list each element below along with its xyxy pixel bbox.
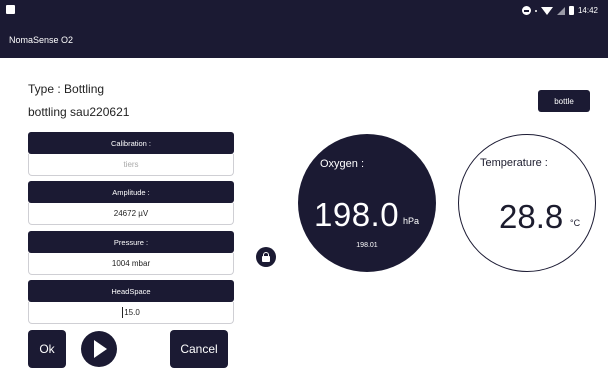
- headspace-field[interactable]: 15.0: [28, 302, 234, 324]
- app-bar: NomaSense O2: [0, 24, 608, 58]
- temperature-gauge: Temperature : 28.8 °C: [458, 134, 596, 272]
- do-not-disturb-icon: [521, 6, 531, 15]
- oxygen-label: Oxygen :: [320, 158, 365, 170]
- measurement-name: bottling sau220621: [28, 105, 130, 119]
- signal-icon: [556, 6, 565, 15]
- headspace-label: HeadSpace: [28, 280, 234, 302]
- oxygen-gauge: Oxygen : 198.0 hPa 198.01: [298, 134, 436, 272]
- image-icon: [6, 5, 15, 14]
- dot-icon: [534, 9, 537, 12]
- oxygen-unit: hPa: [403, 216, 420, 226]
- temperature-value: 28.8: [499, 198, 564, 235]
- ok-button[interactable]: Ok: [28, 330, 66, 368]
- temperature-label: Temperature :: [480, 157, 548, 169]
- pressure-field[interactable]: 1004 mbar: [28, 253, 234, 275]
- play-icon[interactable]: [81, 331, 117, 367]
- status-time: 14:42: [577, 6, 598, 15]
- cancel-button[interactable]: Cancel: [170, 330, 228, 368]
- status-bar: 14:42: [0, 0, 608, 24]
- type-line: Type : Bottling: [28, 82, 105, 96]
- amplitude-label: Amplitude :: [28, 181, 234, 203]
- wifi-icon: [540, 6, 553, 15]
- lock-icon[interactable]: [256, 247, 276, 267]
- temperature-unit: °C: [570, 218, 581, 228]
- oxygen-raw-value: 198.01: [356, 242, 378, 249]
- calibration-field[interactable]: tiers: [28, 154, 234, 176]
- text-cursor: [122, 307, 124, 318]
- headspace-value: 15.0: [124, 308, 140, 317]
- pressure-label: Pressure :: [28, 231, 234, 253]
- oxygen-value: 198.0: [314, 196, 400, 233]
- bottle-button[interactable]: bottle: [538, 90, 590, 112]
- status-icons: 14:42: [521, 6, 598, 15]
- calibration-label: Calibration :: [28, 132, 234, 154]
- app-title: NomaSense O2: [9, 35, 74, 45]
- amplitude-field[interactable]: 24672 µV: [28, 203, 234, 225]
- lock-body: [262, 256, 270, 262]
- battery-icon: [568, 6, 574, 15]
